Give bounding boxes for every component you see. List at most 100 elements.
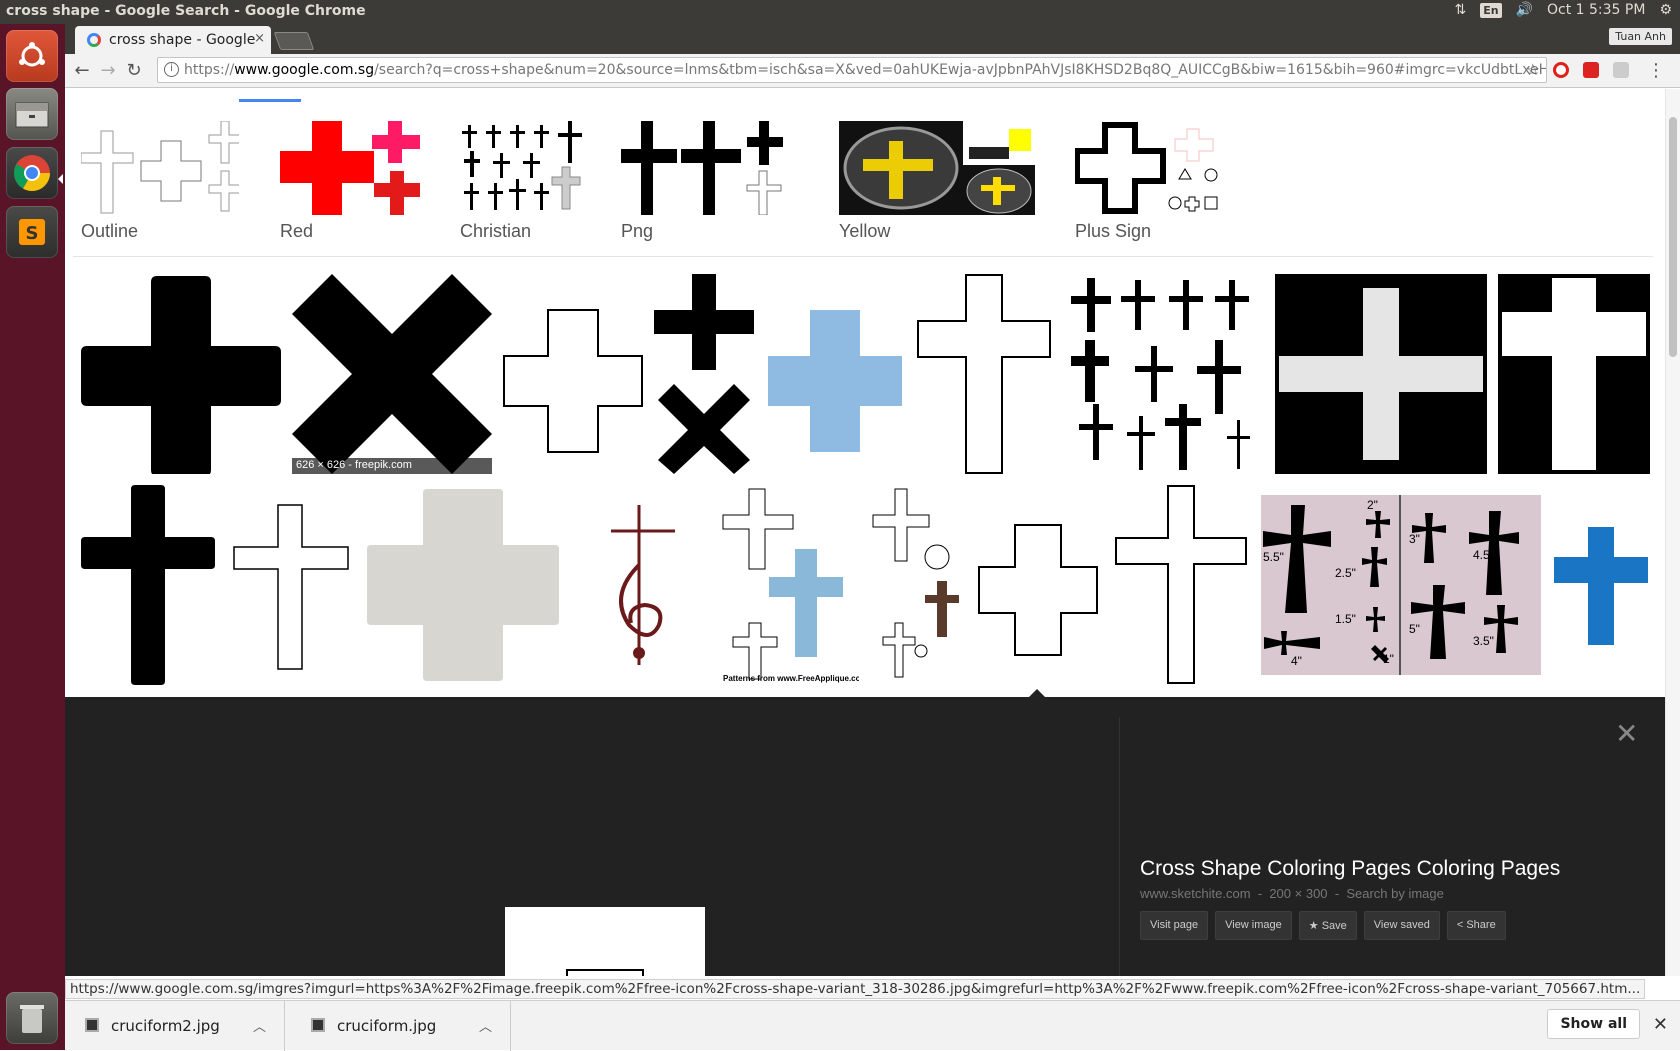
sublime-text-icon[interactable]: S: [6, 206, 58, 258]
chevron-up-icon[interactable]: ︿: [479, 1016, 492, 1035]
image-result[interactable]: [916, 274, 1052, 474]
status-bubble-url: https://www.google.com.sg/imgres?imgurl=…: [65, 979, 1645, 999]
address-bar[interactable]: i https://www.google.com.sg/search?q=cros…: [157, 57, 1547, 83]
view-saved-button[interactable]: View saved: [1363, 911, 1440, 940]
download-shelf: cruciform2.jpg ︿ cruciform.jpg ︿ Show al…: [65, 1000, 1680, 1051]
chip-label: Plus Sign: [1075, 221, 1152, 241]
chip-christian[interactable]: Christian: [460, 121, 588, 242]
preview-image-cross: [566, 969, 644, 976]
file-icon: [311, 1018, 325, 1032]
close-icon[interactable]: ✕: [1615, 717, 1638, 750]
trash-icon[interactable]: [6, 992, 58, 1044]
forward-arrow-icon[interactable]: →: [97, 60, 119, 82]
top-panel: cross shape - Google Search - Google Chr…: [0, 0, 1680, 24]
image-result[interactable]: [1275, 274, 1487, 474]
size-label: 1.5": [1335, 612, 1356, 626]
page-content: Outline Red Christian Png Yellow Plus Si…: [65, 89, 1665, 976]
view-image-button[interactable]: View image: [1215, 911, 1292, 940]
chip-outline[interactable]: Outline: [81, 121, 239, 242]
search-by-image-link[interactable]: Search by image: [1346, 886, 1444, 901]
browser-toolbar: ← → ↻ i https://www.google.com.sg/search?…: [65, 54, 1680, 88]
tab-close-icon[interactable]: ×: [254, 31, 265, 46]
image-result[interactable]: [503, 274, 643, 474]
profile-button[interactable]: Tuan Anh: [1609, 28, 1672, 45]
size-label: 2.5": [1335, 566, 1356, 580]
chip-plus-sign[interactable]: Plus Sign: [1075, 121, 1225, 242]
preview-image[interactable]: [505, 907, 705, 976]
preview-meta: www.sketchite.com - 200 × 300 - Search b…: [1140, 886, 1444, 901]
image-result[interactable]: [871, 485, 963, 685]
image-result[interactable]: [975, 485, 1101, 685]
size-label: 4": [1291, 654, 1302, 668]
info-icon[interactable]: i: [164, 62, 179, 77]
image-result[interactable]: [577, 485, 707, 685]
reload-icon[interactable]: ↻: [123, 60, 145, 82]
settings-gear-icon[interactable]: ⚙: [1659, 2, 1672, 18]
applique-caption: Patterns from www.FreeApplique.com: [723, 674, 859, 683]
image-result[interactable]: [654, 274, 754, 474]
cast-extension-icon[interactable]: [1613, 62, 1629, 78]
close-icon[interactable]: ✕: [1653, 1014, 1668, 1035]
share-icon: <: [1456, 919, 1467, 931]
image-result[interactable]: [230, 485, 352, 685]
tab-bar: cross shape - Google × Tuan Anh: [65, 24, 1680, 54]
scrollbar-thumb[interactable]: [1669, 117, 1677, 357]
url-host: www.google.com.sg: [234, 62, 375, 78]
image-result[interactable]: [1113, 485, 1249, 685]
size-label: 1": [1383, 652, 1394, 666]
file-icon: [85, 1018, 99, 1032]
image-caption: 626 × 626 - freepik.com: [292, 458, 492, 474]
image-result[interactable]: 2" 3" 4.5" 5.5" 2.5" 1.5" 5" 3.5" 4" 1": [1261, 495, 1541, 675]
image-result[interactable]: Patterns from www.FreeApplique.com: [719, 485, 859, 685]
tab-google-search[interactable]: cross shape - Google ×: [75, 26, 271, 54]
download-filename: cruciform2.jpg: [111, 1017, 220, 1035]
chip-label: Outline: [81, 221, 139, 241]
chip-thumbnail: [621, 121, 787, 215]
image-result[interactable]: [1498, 274, 1650, 474]
chip-png[interactable]: Png: [621, 121, 787, 242]
red-extension-icon[interactable]: [1583, 62, 1599, 78]
active-tab-underline: [239, 99, 301, 102]
chip-thumbnail: [81, 121, 239, 215]
image-result[interactable]: [363, 485, 563, 685]
visit-page-button[interactable]: Visit page: [1140, 911, 1209, 940]
chip-label: Yellow: [839, 221, 891, 241]
new-tab-button[interactable]: [273, 32, 315, 50]
image-result[interactable]: 626 × 626 - freepik.com: [292, 274, 492, 474]
clock[interactable]: Oct 1 5:35 PM: [1547, 2, 1645, 18]
page-scrollbar[interactable]: [1665, 89, 1680, 976]
bookmark-star-icon[interactable]: ☆: [1526, 60, 1540, 79]
size-label: 2": [1367, 498, 1378, 512]
image-result[interactable]: [765, 274, 905, 474]
show-all-button[interactable]: Show all: [1547, 1009, 1640, 1039]
chrome-icon[interactable]: [6, 147, 58, 199]
back-arrow-icon[interactable]: ←: [71, 60, 93, 82]
image-result[interactable]: [1552, 523, 1650, 649]
divider: [73, 256, 1653, 257]
preview-title[interactable]: Cross Shape Coloring Pages Coloring Page…: [1140, 857, 1560, 881]
chip-yellow[interactable]: Yellow: [839, 121, 1035, 242]
image-preview-panel: ✕ Cross Shape Coloring Pages Coloring Pa…: [65, 697, 1665, 976]
download-item[interactable]: cruciform2.jpg ︿: [65, 1001, 285, 1051]
opera-extension-icon[interactable]: [1553, 62, 1569, 78]
download-item[interactable]: cruciform.jpg ︿: [291, 1001, 511, 1051]
network-icon[interactable]: ⇅: [1454, 2, 1466, 18]
chip-label: Red: [280, 221, 314, 241]
url-path: /search?q=cross+shape&num=20&source=lnms…: [374, 62, 1547, 78]
share-button[interactable]: < Share: [1446, 911, 1506, 940]
files-icon[interactable]: [6, 88, 58, 140]
volume-icon[interactable]: 🔊: [1516, 2, 1533, 18]
ubuntu-dash-icon[interactable]: [6, 30, 58, 82]
image-result[interactable]: [81, 485, 219, 685]
chip-red[interactable]: Red: [280, 121, 420, 242]
keyboard-indicator[interactable]: En: [1480, 2, 1502, 18]
image-result[interactable]: [1063, 274, 1263, 474]
chrome-menu-icon[interactable]: ⋮: [1645, 60, 1667, 82]
size-label: 4.5": [1473, 548, 1494, 562]
chevron-up-icon[interactable]: ︿: [253, 1016, 266, 1035]
save-button[interactable]: ★ Save: [1298, 911, 1357, 940]
preview-site[interactable]: www.sketchite.com: [1140, 886, 1251, 901]
image-result[interactable]: [81, 274, 281, 474]
indicators: ⇅ En 🔊 Oct 1 5:35 PM ⚙: [1454, 2, 1672, 18]
size-label: 3.5": [1473, 634, 1494, 648]
